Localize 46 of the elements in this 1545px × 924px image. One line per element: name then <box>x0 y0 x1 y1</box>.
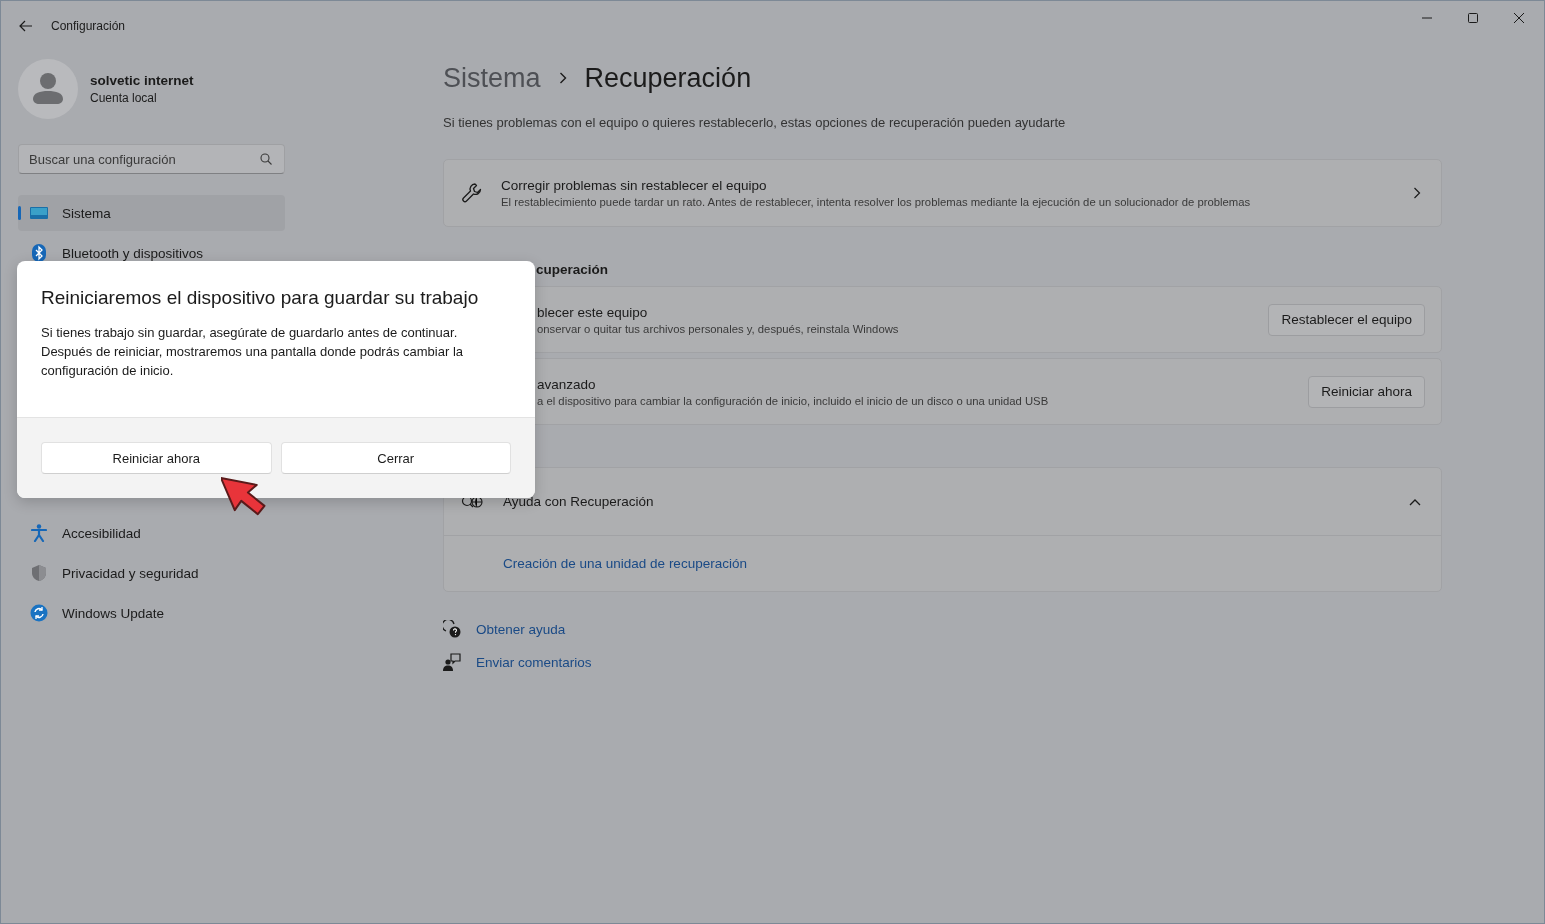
action-button[interactable]: Reiniciar ahora <box>1308 375 1425 408</box>
selection-indicator <box>18 206 21 220</box>
dialog-button[interactable]: Cerrar <box>280 442 511 474</box>
feedback-icon <box>443 653 461 671</box>
search-field[interactable]: Buscar una configuración <box>18 144 285 174</box>
chevron-right-icon <box>1413 187 1421 199</box>
link[interactable]: Obtener ayuda <box>476 621 566 637</box>
maximize-icon[interactable] <box>1467 12 1479 24</box>
chevron-right-icon <box>558 72 567 84</box>
link[interactable]: Creación de una unidad de recuperación <box>503 556 747 571</box>
card-title: Corregir problemas sin restablecer el equipo <box>501 178 768 193</box>
wrench-icon <box>461 182 483 204</box>
card-description: a el dispositivo para cambiar la configuración de inicio, incluido el inicio de un disco o una unidad USB <box>537 394 1050 407</box>
sidebar-item[interactable]: Windows Update <box>18 595 285 631</box>
sidebar-item[interactable]: Accesibilidad <box>18 515 285 551</box>
page-description: Si tienes problemas con el equipo o quieres restablecerlo, estas opciones de recuperación pueden ayudarte <box>443 115 1067 130</box>
help-chat-icon <box>443 620 461 638</box>
dialog-message: Si tienes trabajo sin guardar, asegúrate de guardarlo antes de continuar. Después de reiniciar, mostraremos una pantalla donde podrás cambiar la configuración de inicio. <box>41 324 464 380</box>
card-title: Ayuda con Recuperación <box>503 494 655 509</box>
sidebar-item[interactable]: Privacidad y seguridad <box>18 555 285 591</box>
sync-icon <box>30 604 48 622</box>
settings-card[interactable]: Corregir problemas sin restablecer el equipo El restablecimiento puede tardar un rato. Antes de restablecer, intenta resolver los problemas mediante la ejecución de un solucionador de problemas <box>443 159 1442 227</box>
avatar-icon <box>18 59 78 119</box>
link[interactable]: Enviar comentarios <box>476 654 592 670</box>
shield-icon <box>31 564 47 582</box>
close-icon[interactable] <box>1513 12 1525 24</box>
dialog-button[interactable]: Reiniciar ahora <box>41 442 272 474</box>
chevron-up-icon[interactable] <box>1409 497 1421 506</box>
dialog-title: Reiniciaremos el dispositivo para guardar su trabajo <box>41 287 480 309</box>
sidebar-item[interactable]: Bluetooth y dispositivos <box>18 235 285 271</box>
action-button[interactable]: Restablecer el equipo <box>1268 303 1425 336</box>
window-title: Configuración <box>51 19 126 33</box>
section-heading: cuperación <box>536 262 610 277</box>
card-title: blecer este equipo <box>537 304 649 320</box>
user-name: solvetic internet <box>90 73 194 88</box>
card-description: onservar o quitar tus archivos personales y, después, reinstala Windows <box>537 322 900 335</box>
card-title: avanzado <box>537 376 597 392</box>
card-description: El restablecimiento puede tardar un rato. Antes de restablecer, intenta resolver los problemas mediante la ejecución de un solucionador de problemas <box>501 196 1252 208</box>
accessibility-icon <box>31 524 47 542</box>
back-arrow-icon[interactable] <box>19 20 33 32</box>
breadcrumb-link[interactable]: Sistema <box>443 62 541 94</box>
monitor-icon <box>30 206 48 220</box>
account-type: Cuenta local <box>90 91 158 105</box>
sidebar-item[interactable]: Sistema <box>18 195 285 231</box>
page-title: Recuperación <box>584 62 752 94</box>
search-icon <box>260 153 272 165</box>
